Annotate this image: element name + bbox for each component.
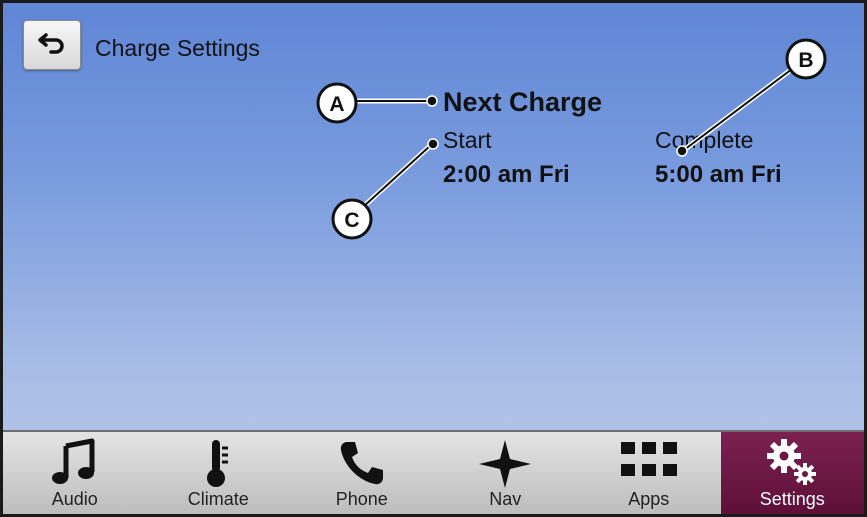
callout-b-label: B [798,49,813,72]
grid-icon [620,438,677,487]
nav-label-apps: Apps [628,489,670,509]
nav-label-audio: Audio [51,489,98,509]
nav-item-phone[interactable]: Phone [290,432,434,514]
callout-c: C [331,138,439,240]
callout-a-label: A [329,93,344,116]
callout-a: A [316,82,438,124]
nav-item-audio[interactable]: Audio [3,432,147,514]
thermometer-icon [198,438,238,493]
nav-item-nav[interactable]: Nav [434,432,578,514]
music-note-icon [50,438,100,491]
nav-item-climate[interactable]: Climate [147,432,291,514]
compass-star-icon [477,438,533,495]
phone-icon [337,438,387,493]
callout-c-label: C [344,209,359,232]
callout-layer: A B C [316,38,827,240]
screen: Charge Settings Next Charge Start 2:00 a… [0,0,867,517]
nav-item-apps[interactable]: Apps [577,432,721,514]
nav-item-settings[interactable]: Settings [720,432,864,514]
bottom-navbar: Audio Climate Phone Nav Apps Settings [3,430,864,514]
gears-icon [762,438,822,493]
callout-b: B [676,38,827,157]
